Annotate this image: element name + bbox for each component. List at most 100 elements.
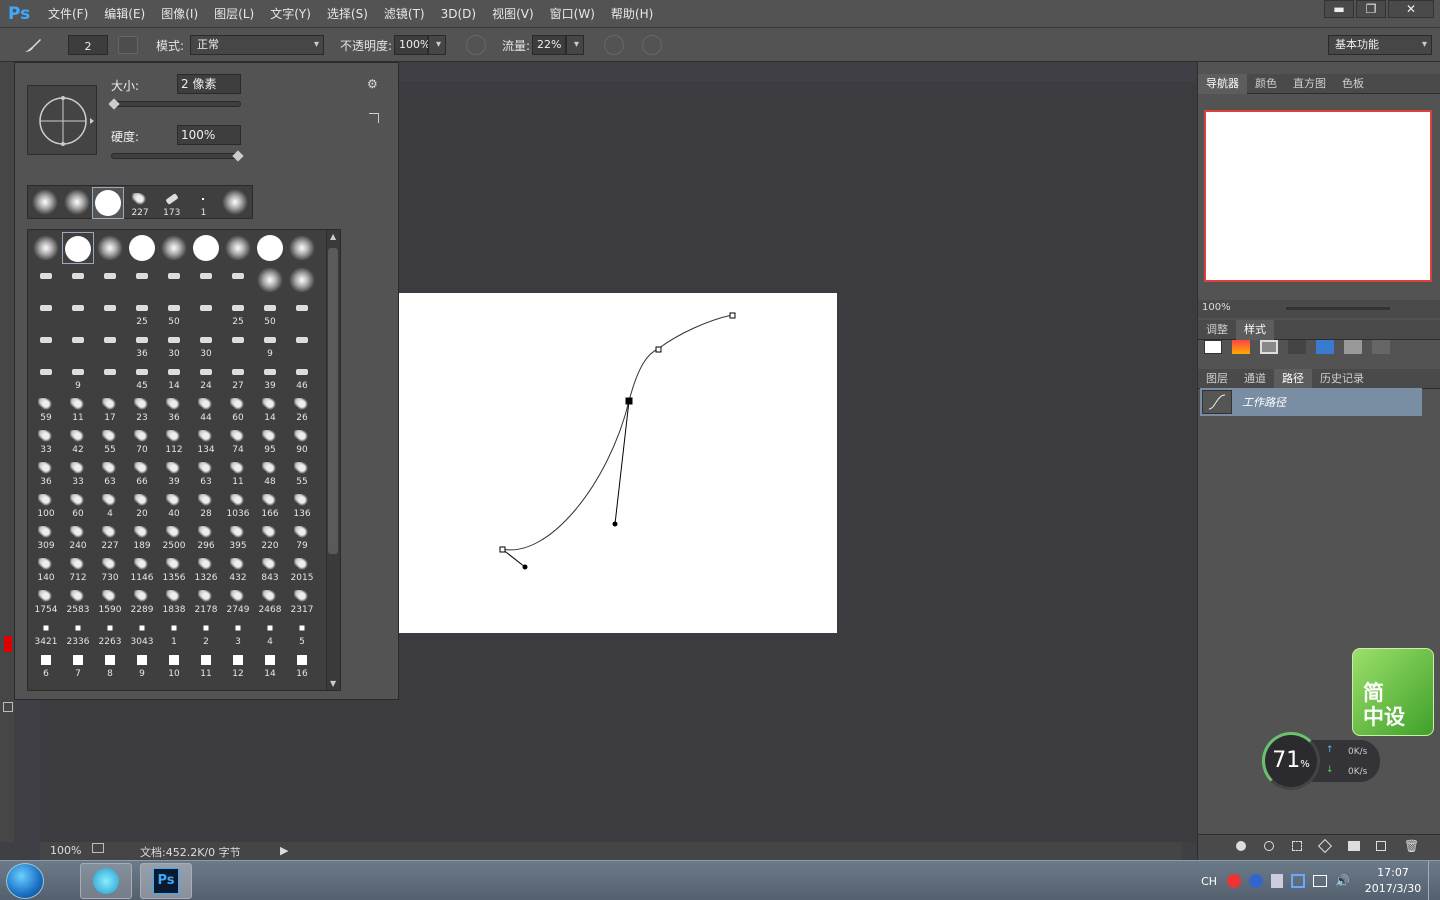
brush-preset[interactable]: 46 bbox=[286, 360, 318, 392]
menu-help[interactable]: 帮助(H) bbox=[603, 0, 661, 28]
tab-history[interactable]: 历史记录 bbox=[1312, 369, 1372, 389]
brush-preset[interactable]: 843 bbox=[254, 552, 286, 584]
brush-preset[interactable]: 432 bbox=[222, 552, 254, 584]
opacity-dropdown[interactable] bbox=[428, 35, 447, 55]
tab-swatches[interactable]: 色板 bbox=[1334, 74, 1372, 94]
hardness-slider[interactable] bbox=[111, 150, 244, 162]
brush-preset[interactable]: 10 bbox=[158, 648, 190, 680]
style-swatch[interactable] bbox=[1288, 340, 1306, 354]
anchor-point-selected[interactable] bbox=[625, 397, 633, 405]
brush-preset[interactable]: 36 bbox=[158, 392, 190, 424]
tab-layers[interactable]: 图层 bbox=[1198, 369, 1236, 389]
style-swatch[interactable] bbox=[1232, 340, 1250, 354]
brush-preset[interactable]: 40 bbox=[158, 488, 190, 520]
hardness-slider-thumb[interactable] bbox=[232, 150, 244, 162]
export-icon[interactable] bbox=[92, 843, 104, 853]
brush-preset[interactable]: 9 bbox=[254, 328, 286, 360]
brush-preset[interactable]: 12 bbox=[222, 648, 254, 680]
recent-brush[interactable] bbox=[219, 187, 251, 219]
brush-preset[interactable]: 220 bbox=[254, 520, 286, 552]
brush-preset[interactable]: 63 bbox=[190, 456, 222, 488]
brush-preset[interactable]: 25 bbox=[126, 296, 158, 328]
brush-preset[interactable]: 44 bbox=[190, 392, 222, 424]
size-slider-thumb[interactable] bbox=[108, 98, 120, 110]
menu-image[interactable]: 图像(I) bbox=[153, 0, 206, 28]
brush-preset[interactable]: 33 bbox=[62, 456, 94, 488]
brush-preset[interactable]: 60 bbox=[222, 392, 254, 424]
brush-preset[interactable] bbox=[94, 264, 126, 296]
brush-preset[interactable]: 33 bbox=[30, 424, 62, 456]
brush-preset[interactable]: 1754 bbox=[30, 584, 62, 616]
brush-preset[interactable]: 48 bbox=[254, 456, 286, 488]
brush-preset[interactable]: 55 bbox=[286, 456, 318, 488]
navigator-zoom-slider[interactable] bbox=[1286, 307, 1390, 310]
gear-icon[interactable]: ⚙ bbox=[367, 77, 378, 91]
tab-channels[interactable]: 通道 bbox=[1236, 369, 1274, 389]
brush-size-picker[interactable]: 2 bbox=[68, 35, 108, 55]
brush-preset[interactable] bbox=[286, 328, 318, 360]
brush-preset[interactable]: 74 bbox=[222, 424, 254, 456]
brush-preset[interactable] bbox=[286, 296, 318, 328]
brush-preset[interactable]: 296 bbox=[190, 520, 222, 552]
recent-brush[interactable]: 1 bbox=[188, 187, 220, 219]
navigator-zoom-value[interactable]: 100% bbox=[1202, 302, 1231, 313]
brush-preset[interactable]: 3 bbox=[222, 616, 254, 648]
brush-preset[interactable] bbox=[94, 360, 126, 392]
sogou-icon[interactable] bbox=[1227, 874, 1242, 888]
brush-preset[interactable]: 11 bbox=[62, 392, 94, 424]
brush-preset[interactable] bbox=[190, 264, 222, 296]
brush-preset[interactable]: 63 bbox=[94, 456, 126, 488]
brush-preset[interactable]: 140 bbox=[30, 552, 62, 584]
brush-preset[interactable]: 2500 bbox=[158, 520, 190, 552]
menu-layer[interactable]: 图层(L) bbox=[206, 0, 262, 28]
brush-preset[interactable]: 227 bbox=[94, 520, 126, 552]
start-button[interactable] bbox=[6, 863, 44, 899]
fill-path-icon[interactable] bbox=[1236, 841, 1246, 851]
stroke-path-icon[interactable] bbox=[1264, 841, 1274, 851]
brush-preset[interactable] bbox=[158, 264, 190, 296]
brush-preset[interactable] bbox=[222, 232, 254, 264]
brush-preset[interactable]: 1590 bbox=[94, 584, 126, 616]
foreground-color-swatch[interactable] bbox=[4, 636, 12, 652]
anchor-point[interactable] bbox=[499, 546, 506, 553]
software-widget[interactable]: 简 中设 bbox=[1352, 648, 1434, 736]
direction-handle[interactable] bbox=[522, 564, 528, 570]
brush-preset[interactable]: 2468 bbox=[254, 584, 286, 616]
brush-preset[interactable]: 2 bbox=[190, 616, 222, 648]
anchor-point[interactable] bbox=[655, 346, 662, 353]
brush-preset[interactable]: 9 bbox=[62, 360, 94, 392]
brush-preset[interactable] bbox=[62, 264, 94, 296]
brush-preset[interactable]: 2263 bbox=[94, 616, 126, 648]
menu-type[interactable]: 文字(Y) bbox=[262, 0, 319, 28]
brush-preset[interactable]: 50 bbox=[254, 296, 286, 328]
tab-histogram[interactable]: 直方图 bbox=[1285, 74, 1334, 94]
brush-preset[interactable]: 55 bbox=[94, 424, 126, 456]
recent-brush-selected[interactable] bbox=[92, 187, 125, 219]
brush-preset[interactable]: 730 bbox=[94, 552, 126, 584]
tray-icon[interactable] bbox=[1271, 874, 1284, 888]
brush-preset[interactable]: 2317 bbox=[286, 584, 318, 616]
brush-preset[interactable]: 11 bbox=[222, 456, 254, 488]
volume-icon[interactable]: 🔊 bbox=[1335, 874, 1350, 888]
scroll-down-icon[interactable]: ▼ bbox=[330, 679, 336, 688]
brush-preset[interactable]: 90 bbox=[286, 424, 318, 456]
brush-preset[interactable]: 39 bbox=[254, 360, 286, 392]
brush-preset[interactable]: 66 bbox=[126, 456, 158, 488]
brush-preset[interactable] bbox=[94, 328, 126, 360]
scrollbar-thumb[interactable] bbox=[328, 248, 338, 554]
brush-preset[interactable]: 45 bbox=[126, 360, 158, 392]
recent-brush[interactable] bbox=[61, 187, 93, 219]
add-mask-icon[interactable] bbox=[1348, 841, 1360, 851]
brush-preset[interactable]: 60 bbox=[62, 488, 94, 520]
menu-window[interactable]: 窗口(W) bbox=[542, 0, 603, 28]
size-input[interactable]: 2 像素 bbox=[177, 74, 241, 94]
brush-tip-preview[interactable] bbox=[27, 85, 97, 155]
brush-preset[interactable] bbox=[190, 296, 222, 328]
tab-styles[interactable]: 样式 bbox=[1236, 319, 1274, 340]
brush-preset[interactable]: 17 bbox=[94, 392, 126, 424]
brush-preset[interactable]: 189 bbox=[126, 520, 158, 552]
brush-tool-preset-button[interactable] bbox=[22, 34, 44, 56]
make-work-path-icon[interactable] bbox=[1317, 838, 1333, 854]
taskbar-app-browser[interactable] bbox=[80, 863, 132, 899]
menu-file[interactable]: 文件(F) bbox=[40, 0, 96, 28]
